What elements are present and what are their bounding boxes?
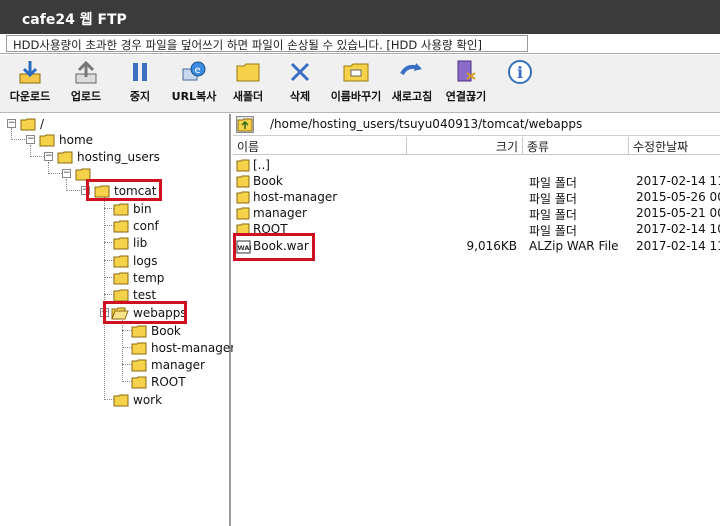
tree-node-root-app[interactable]: ROOT <box>131 374 186 390</box>
folder-icon <box>20 118 36 130</box>
folder-icon <box>131 376 147 388</box>
hdd-warning-text[interactable]: HDD사용량이 초과한 경우 파일을 덮어쓰기 하면 파일이 손상될 수 있습니… <box>6 35 528 52</box>
folder-icon <box>75 168 91 180</box>
tree-node-user[interactable] <box>75 166 95 182</box>
new-folder-icon <box>234 59 262 85</box>
tree-node-root[interactable]: / <box>20 116 44 132</box>
file-row-root[interactable]: ROOT 파일 폴더 2017-02-14 10: <box>233 222 720 238</box>
folder-icon <box>131 325 147 337</box>
folder-icon <box>131 359 147 371</box>
parent-folder-button[interactable] <box>236 116 254 133</box>
tree-node-work[interactable]: work <box>113 392 162 408</box>
notice-bar: HDD사용량이 초과한 경우 파일을 덮어쓰기 하면 파일이 손상될 수 있습니… <box>0 34 720 54</box>
url-copy-button[interactable]: e URL복사 <box>170 59 218 109</box>
tree-node-book[interactable]: Book <box>131 323 181 339</box>
tree-node-tomcat[interactable]: tomcat <box>94 183 156 199</box>
svg-text:e: e <box>195 65 201 76</box>
war-file-icon: WAR <box>236 240 251 254</box>
folder-icon <box>236 207 250 220</box>
stop-button[interactable]: 중지 <box>120 59 160 109</box>
column-header-size[interactable]: 크기 <box>407 137 523 155</box>
tree-node-conf[interactable]: conf <box>113 218 159 234</box>
folder-tree: − − − − − − / home hosting_users tomcat … <box>0 114 235 526</box>
tree-collapse-hosting-users[interactable]: − <box>44 152 53 161</box>
folder-icon <box>236 159 250 172</box>
folder-icon <box>94 185 110 197</box>
tree-node-logs[interactable]: logs <box>113 253 158 269</box>
disconnect-button[interactable]: 연결끊기 <box>442 59 490 109</box>
info-button[interactable]: i <box>504 59 536 109</box>
file-row-parent[interactable]: [..] <box>233 158 720 174</box>
tree-collapse-home[interactable]: − <box>26 135 35 144</box>
folder-icon <box>113 237 129 249</box>
tree-node-manager[interactable]: manager <box>131 357 205 373</box>
url-copy-icon: e <box>180 59 208 85</box>
file-row-book-war[interactable]: WAR Book.war 9,016KB ALZip WAR File 2017… <box>233 239 720 255</box>
tree-collapse-tomcat[interactable]: − <box>81 186 90 195</box>
open-folder-icon <box>111 307 129 319</box>
svg-text:WAR: WAR <box>238 244 252 252</box>
rename-button[interactable]: 이름바꾸기 <box>328 59 384 109</box>
folder-icon <box>113 272 129 284</box>
tree-node-webapps[interactable]: webapps <box>111 305 187 321</box>
svg-text:i: i <box>517 63 523 82</box>
delete-icon <box>286 59 314 85</box>
folder-icon <box>57 151 73 163</box>
refresh-icon <box>398 59 426 85</box>
folder-icon <box>131 342 147 354</box>
upload-button[interactable]: 업로드 <box>64 59 108 109</box>
download-button[interactable]: 다운로드 <box>8 59 52 109</box>
rename-icon <box>342 59 370 85</box>
path-bar: /home/hosting_users/tsuyu040913/tomcat/w… <box>233 114 720 136</box>
column-header-type[interactable]: 종류 <box>523 137 629 155</box>
file-row-book[interactable]: Book 파일 폴더 2017-02-14 11: <box>233 174 720 190</box>
disconnect-icon <box>452 59 480 85</box>
tree-node-hosting-users[interactable]: hosting_users <box>57 149 160 165</box>
tree-node-home[interactable]: home <box>39 132 93 148</box>
tree-node-host-manager[interactable]: host-manager <box>131 340 235 356</box>
folder-icon <box>236 223 250 236</box>
tree-node-test[interactable]: test <box>113 287 156 303</box>
delete-button[interactable]: 삭제 <box>282 59 318 109</box>
tree-collapse-webapps[interactable]: − <box>100 308 109 317</box>
pause-icon <box>126 59 154 85</box>
new-folder-button[interactable]: 새폴더 <box>228 59 268 109</box>
folder-icon <box>39 134 55 146</box>
file-row-host-manager[interactable]: host-manager 파일 폴더 2015-05-26 00: <box>233 190 720 206</box>
info-icon: i <box>506 59 534 85</box>
column-header-name[interactable]: 이름 <box>233 137 407 155</box>
folder-icon <box>113 394 129 406</box>
folder-icon <box>113 220 129 232</box>
file-row-manager[interactable]: manager 파일 폴더 2015-05-21 00: <box>233 206 720 222</box>
folder-icon <box>113 289 129 301</box>
tree-node-bin[interactable]: bin <box>113 201 152 217</box>
tree-node-lib[interactable]: lib <box>113 235 147 251</box>
tree-node-temp[interactable]: temp <box>113 270 164 286</box>
folder-icon <box>113 203 129 215</box>
tree-collapse-user[interactable]: − <box>62 169 71 178</box>
window-title: cafe24 웹 FTP <box>0 0 720 34</box>
current-path: /home/hosting_users/tsuyu040913/tomcat/w… <box>270 117 583 131</box>
up-folder-icon <box>237 118 253 132</box>
toolbar: 다운로드 업로드 중지 e URL복사 새폴더 삭제 이름바꾸기 새로고침 연결… <box>0 55 720 113</box>
column-header-date[interactable]: 수정한날짜 <box>629 137 720 155</box>
file-list-pane: /home/hosting_users/tsuyu040913/tomcat/w… <box>233 114 720 526</box>
tree-collapse-root[interactable]: − <box>7 119 16 128</box>
upload-icon <box>72 59 100 85</box>
refresh-button[interactable]: 새로고침 <box>388 59 436 109</box>
folder-icon <box>236 175 250 188</box>
folder-icon <box>236 191 250 204</box>
download-icon <box>16 59 44 85</box>
folder-icon <box>113 255 129 267</box>
